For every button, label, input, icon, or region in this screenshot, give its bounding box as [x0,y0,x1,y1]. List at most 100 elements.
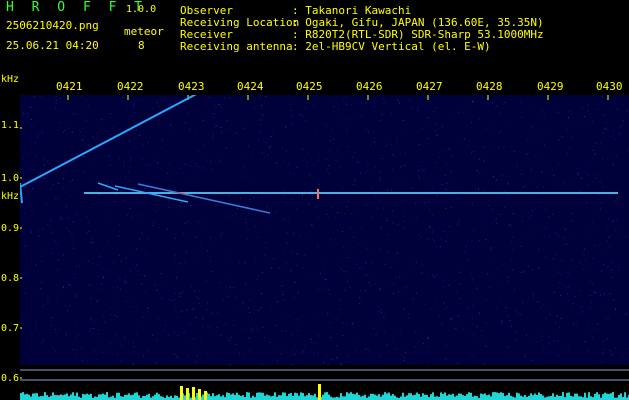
noise-dot [82,127,84,129]
noise-dot [315,95,317,97]
noise-dot [289,172,291,174]
noise-dot [361,267,363,268]
noise-dot [68,283,70,285]
noise-dot [366,274,368,276]
noise-dot [175,305,177,307]
noise-dot [55,108,57,109]
noise-dot [470,273,472,275]
activity-bar [534,393,536,400]
noise-dot [248,145,249,147]
noise-dot [489,249,491,251]
noise-dot [220,106,221,108]
noise-dot [187,113,189,115]
noise-dot [542,186,544,188]
noise-dot [612,221,614,223]
noise-dot [103,364,105,365]
noise-dot [445,241,447,243]
noise-dot [137,270,139,272]
noise-dot [609,293,611,295]
noise-dot [213,242,215,244]
activity-bar [462,395,464,400]
noise-dot [433,276,435,278]
noise-dot [342,335,344,336]
noise-dot [545,318,547,320]
noise-dot [438,156,440,158]
noise-dot [161,148,163,150]
noise-dot [136,199,137,201]
noise-dot [504,102,506,104]
activity-bar [612,392,614,400]
noise-dot [167,172,169,174]
noise-dot [585,258,587,260]
noise-dot [125,133,127,135]
activity-bar [72,392,74,400]
noise-dot [107,241,108,243]
y-axis-unit-right: kHz [1,191,20,202]
noise-dot [186,309,188,311]
noise-dot [25,245,27,247]
activity-bar [458,393,460,400]
noise-dot [140,325,142,327]
noise-dot [26,271,28,273]
noise-dot [70,181,71,183]
noise-dot [475,188,477,190]
noise-dot [541,109,543,111]
noise-dot [276,301,278,303]
noise-dot [607,266,609,268]
activity-bar [504,396,506,400]
activity-bar [608,393,610,400]
noise-dot [220,235,222,237]
noise-dot [261,105,262,106]
activity-bar [374,394,376,400]
noise-dot [329,322,331,324]
noise-dot [203,144,205,146]
noise-dot [158,118,160,120]
x-tick-label: 0423 [178,80,205,93]
noise-dot [213,194,215,196]
noise-dot [557,340,558,342]
activity-bar [128,393,130,400]
noise-dot [284,125,286,126]
noise-dot [110,164,112,166]
activity-bar [448,394,450,400]
noise-dot [520,245,522,247]
noise-dot [194,170,196,172]
noise-dot [340,156,342,158]
noise-dot [603,293,605,295]
noise-dot [387,251,389,253]
noise-dot [257,309,259,311]
noise-dot [511,241,513,243]
noise-dot [183,332,185,334]
activity-bar [364,394,366,400]
noise-dot [170,103,172,105]
noise-dot [239,353,240,354]
noise-dot [332,98,334,100]
noise-dot [525,334,527,336]
noise-dot [552,258,554,260]
noise-dot [343,98,344,100]
noise-dot [378,200,380,202]
noise-dot [446,163,448,165]
noise-dot [97,276,99,278]
noise-dot [72,179,74,181]
noise-dot [60,218,62,220]
noise-dot [187,323,189,325]
noise-dot [302,115,304,117]
noise-dot [541,171,543,173]
noise-dot [506,198,508,200]
noise-dot [466,111,468,113]
noise-dot [519,313,521,315]
noise-dot [293,173,295,175]
noise-dot [545,228,547,229]
activity-bar [570,395,572,400]
noise-dot [146,170,148,172]
noise-dot [612,129,614,131]
noise-dot [614,309,616,310]
noise-dot [488,204,490,206]
noise-dot [286,262,288,264]
noise-dot [594,174,596,176]
noise-dot [530,127,532,129]
noise-dot [121,344,123,346]
noise-dot [272,258,274,260]
noise-dot [415,217,417,219]
